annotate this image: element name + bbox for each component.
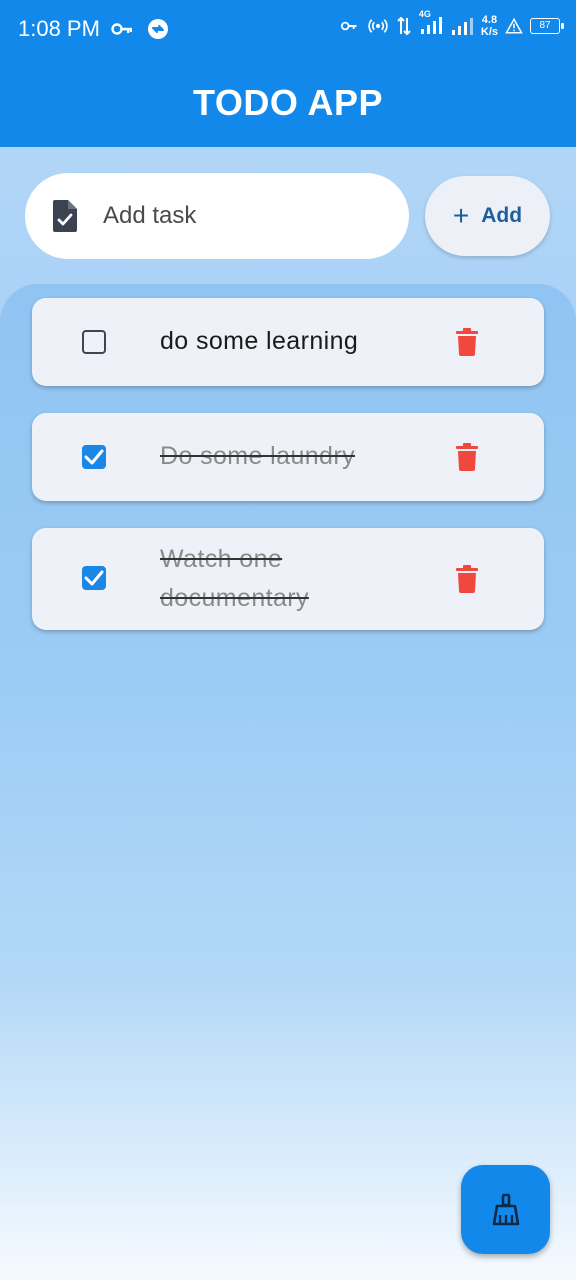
- delete-trash-icon[interactable]: [456, 328, 478, 356]
- task-text: Do some laundry: [160, 442, 355, 470]
- network-speed: 4.8 K/s: [480, 14, 498, 38]
- warning-icon: [505, 17, 523, 34]
- data-transfer-icon: [397, 16, 411, 36]
- task-text: do some learning: [160, 327, 359, 355]
- task-card: Do some laundry: [32, 413, 544, 501]
- add-button-label: Add: [481, 204, 523, 227]
- task-input-container[interactable]: [25, 173, 409, 259]
- clear-completed-fab[interactable]: [461, 1165, 550, 1254]
- delete-trash-icon[interactable]: [456, 443, 478, 471]
- check-icon: [84, 449, 104, 465]
- sync-icon: [148, 19, 168, 39]
- add-button[interactable]: + Add: [425, 176, 550, 256]
- app-title: TODO APP: [192, 81, 384, 123]
- signal-icon-2: [451, 18, 473, 35]
- plus-icon: +: [452, 200, 470, 231]
- task-checkbox-checked[interactable]: [82, 445, 106, 469]
- vpn-key-icon: [340, 21, 357, 31]
- task-card: do some learning: [32, 298, 544, 386]
- vpn-key-icon: [111, 23, 132, 35]
- check-icon: [84, 570, 104, 586]
- task-checkbox[interactable]: [82, 330, 106, 354]
- delete-trash-icon[interactable]: [456, 565, 478, 593]
- battery-icon: 87: [530, 18, 564, 34]
- broom-icon: [492, 1193, 519, 1225]
- status-time: 1:08 PM: [18, 16, 100, 41]
- task-checkbox-checked[interactable]: [82, 566, 106, 590]
- add-task-input[interactable]: [101, 201, 385, 231]
- hotspot-icon: [368, 19, 388, 33]
- task-document-icon: [53, 200, 77, 232]
- status-bar: 1:08 PM 4G 4.8 K/s 87: [0, 0, 576, 58]
- task-text: Watch one documentary: [160, 545, 309, 612]
- network-type: 4G: [418, 8, 431, 19]
- task-card: Watch one documentary: [32, 528, 544, 630]
- app-bar: TODO APP: [0, 58, 576, 147]
